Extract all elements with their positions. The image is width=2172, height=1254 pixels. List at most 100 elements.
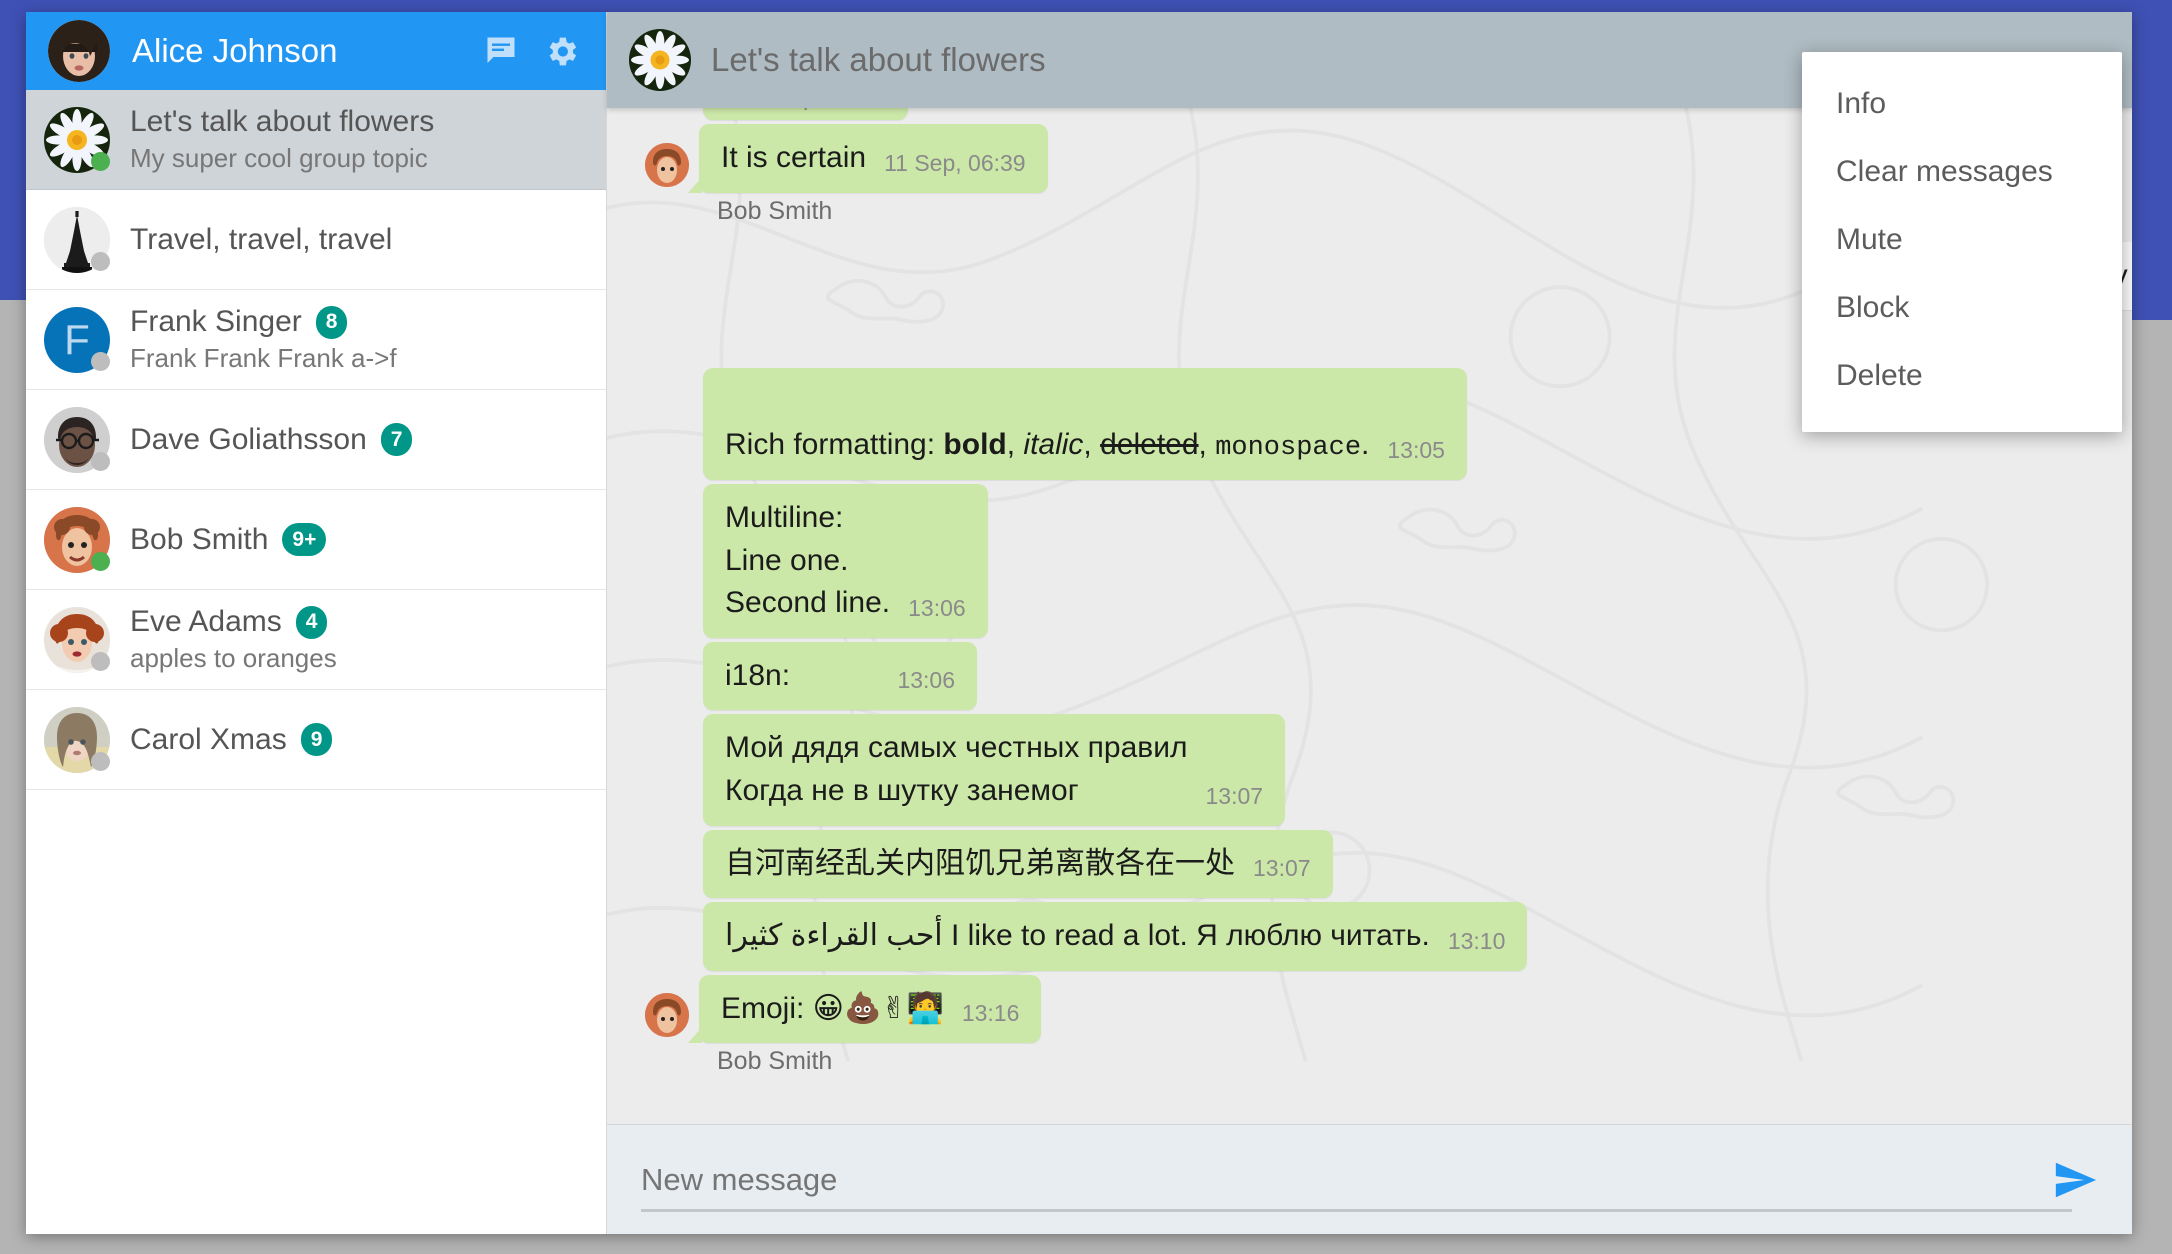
new-message-input[interactable]	[641, 1162, 2048, 1198]
message-row[interactable]: Emoji: 😀💩✌🧑‍💻 13:16	[641, 975, 2098, 1044]
conversation-item-frank-singer[interactable]: F Frank Singer 8 Frank Frank Frank a->f	[26, 290, 606, 390]
conversation-title-row: Eve Adams 4	[130, 605, 588, 639]
message-row[interactable]: i18n: 13:06	[703, 642, 2098, 711]
message-time: 13:06	[897, 667, 955, 697]
status-dot-offline	[91, 252, 110, 271]
message-row[interactable]: أحب القراءة كثيرا I like to read a lot. …	[703, 902, 2098, 971]
send-button[interactable]	[2048, 1157, 2102, 1203]
avatar-wrap	[44, 707, 110, 773]
message-row[interactable]: Multiline: Line one. Second line. 13:06	[703, 484, 2098, 638]
conversation-list[interactable]: Let's talk about flowers My super cool g…	[26, 90, 606, 1234]
menu-item-mute[interactable]: Mute	[1802, 206, 2122, 274]
current-user-name: Alice Johnson	[132, 32, 483, 70]
message-text: Мой дядя самых честных правил Когда не в…	[725, 727, 1187, 812]
rich-strikethrough: deleted	[1100, 428, 1198, 461]
conversation-subtitle: Frank Frank Frank a->f	[130, 343, 588, 374]
message-bubble[interactable]: Multiline: Line one. Second line. 13:06	[703, 484, 988, 638]
message-row[interactable]: 自河南经乱关内阻饥兄弟离散各在一处 13:07	[703, 830, 2098, 899]
message-text: Multiline: Line one. Second line.	[725, 497, 890, 625]
conversation-item-travel[interactable]: Travel, travel, travel	[26, 190, 606, 290]
message-time: 10 Sep, 15:17	[743, 108, 886, 114]
conversation-text: Eve Adams 4 apples to oranges	[130, 605, 588, 674]
unread-badge: 8	[316, 306, 348, 339]
rich-plain-2: ,	[1083, 428, 1100, 461]
rich-plain-3: ,	[1199, 428, 1216, 461]
avatar-wrap	[44, 507, 110, 573]
conversation-text: Carol Xmas 9	[130, 723, 588, 757]
status-dot-online	[91, 152, 110, 171]
message-bubble[interactable]: 自河南经乱关内阻饥兄弟离散各在一处 13:07	[703, 830, 1333, 899]
conversation-title: Carol Xmas	[130, 723, 287, 757]
unread-badge: 4	[296, 606, 328, 639]
message-time: 13:07	[1253, 855, 1311, 885]
conversation-title: Bob Smith	[130, 523, 268, 557]
conversation-title: Let's talk about flowers	[130, 105, 434, 139]
message-text: Emoji: 😀💩✌🧑‍💻	[721, 988, 944, 1031]
rich-italic: italic	[1023, 428, 1083, 461]
conversation-title: Travel, travel, travel	[130, 223, 392, 257]
conversation-text: Let's talk about flowers My super cool g…	[130, 105, 588, 174]
conversation-item-eve-adams[interactable]: Eve Adams 4 apples to oranges	[26, 590, 606, 690]
message-time: 13:05	[1387, 437, 1445, 467]
user-avatar-icon	[48, 20, 110, 82]
bubble-tail	[688, 177, 702, 193]
conversation-title-row: Dave Goliathsson 7	[130, 423, 588, 457]
conversation-subtitle: My super cool group topic	[130, 143, 588, 174]
menu-item-clear-messages[interactable]: Clear messages	[1802, 138, 2122, 206]
conversation-title-row: Travel, travel, travel	[130, 223, 588, 257]
avatar-wrap	[44, 407, 110, 473]
gear-icon[interactable]	[543, 33, 580, 70]
avatar[interactable]	[48, 20, 110, 82]
screen: Alice Johnson	[0, 0, 2172, 1254]
message-row[interactable]: Мой дядя самых честных правил Когда не в…	[703, 714, 2098, 825]
avatar-wrap: F	[44, 307, 110, 373]
conversation-text: Frank Singer 8 Frank Frank Frank a->f	[130, 305, 588, 374]
menu-item-info[interactable]: Info	[1802, 70, 2122, 138]
conversation-title: Dave Goliathsson	[130, 423, 367, 457]
unread-badge: 9	[301, 723, 333, 756]
send-arrow-icon	[2052, 1157, 2098, 1203]
sidebar-header-actions	[483, 33, 584, 70]
avatar-letter: F	[64, 316, 90, 364]
chat-bubble-icon[interactable]	[483, 33, 519, 69]
message-bubble[interactable]: i18n: 13:06	[703, 642, 977, 711]
message-sender-name: Bob Smith	[717, 1047, 2098, 1076]
conversation-item-bob-smith[interactable]: Bob Smith 9+	[26, 490, 606, 590]
message-text: 自河南经乱关内阻饥兄弟离散各在一处	[725, 843, 1235, 886]
menu-item-delete[interactable]: Delete	[1802, 342, 2122, 410]
flower-avatar-icon	[629, 29, 691, 91]
conversation-item-flowers[interactable]: Let's talk about flowers My super cool g…	[26, 90, 606, 190]
message-bubble[interactable]: أحب القراءة كثيرا I like to read a lot. …	[703, 902, 1527, 971]
status-dot-offline	[91, 752, 110, 771]
status-dot-online	[91, 552, 110, 571]
avatar-wrap	[44, 207, 110, 273]
status-dot-offline	[91, 452, 110, 471]
conversation-subtitle: apples to oranges	[130, 643, 588, 674]
message-time: 13:10	[1448, 928, 1506, 958]
chat-application-window: Alice Johnson	[26, 12, 2132, 1234]
message-time: 13:16	[962, 1000, 1020, 1030]
rich-bold: bold	[943, 428, 1006, 461]
message-bubble[interactable]: Emoji: 😀💩✌🧑‍💻 13:16	[699, 975, 1041, 1044]
conversation-title: Eve Adams	[130, 605, 282, 639]
conversation-item-dave-goliathsson[interactable]: Dave Goliathsson 7	[26, 390, 606, 490]
message-composer	[607, 1124, 2132, 1234]
status-dot-offline	[91, 352, 110, 371]
menu-item-block[interactable]: Block	[1802, 274, 2122, 342]
conversation-title-row: Let's talk about flowers	[130, 105, 588, 139]
conversation-title-row: Frank Singer 8	[130, 305, 588, 339]
chat-context-menu[interactable]: Info Clear messages Mute Block Delete	[1802, 52, 2122, 432]
message-bubble[interactable]: Rich formatting: bold, italic, deleted, …	[703, 368, 1467, 480]
unread-badge: 9+	[282, 523, 326, 556]
message-text: It is certain	[721, 137, 866, 180]
message-bubble[interactable]: It is certain 11 Sep, 06:39	[699, 124, 1048, 193]
conversation-item-carol-xmas[interactable]: Carol Xmas 9	[26, 690, 606, 790]
conversation-text: Travel, travel, travel	[130, 223, 588, 257]
message-time: 13:07	[1205, 783, 1263, 813]
message-bubble[interactable]: Мой дядя самых честных правил Когда не в…	[703, 714, 1285, 825]
message-text: Rich formatting: bold, italic, deleted, …	[725, 381, 1369, 467]
rich-plain-0: Rich formatting:	[725, 428, 943, 461]
rich-plain-1: ,	[1007, 428, 1024, 461]
message-time: 11 Sep, 06:39	[884, 150, 1026, 180]
message-bubble[interactable]: 10 Sep, 15:17	[703, 108, 908, 120]
